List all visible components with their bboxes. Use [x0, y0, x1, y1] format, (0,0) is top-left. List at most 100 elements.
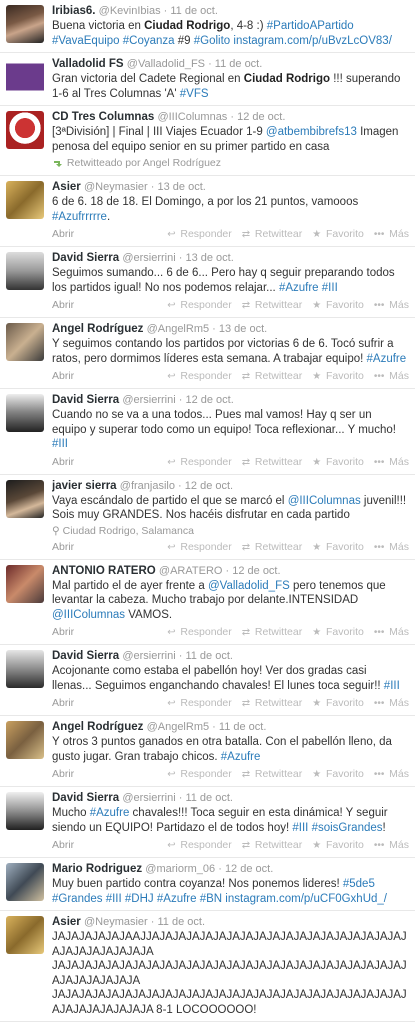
avatar[interactable]: [6, 394, 44, 432]
reply-button[interactable]: ↩ Responder: [167, 768, 232, 780]
author-name[interactable]: David Sierra: [52, 394, 119, 406]
author-name[interactable]: CD Tres Columnas: [52, 111, 154, 123]
reply-button[interactable]: ↩ Responder: [167, 370, 232, 382]
author-name[interactable]: David Sierra: [52, 252, 119, 264]
author-handle[interactable]: @Neymasier: [84, 916, 148, 928]
author-name[interactable]: Angel Rodríguez: [52, 721, 143, 733]
author-name[interactable]: Asier: [52, 181, 81, 193]
tweet-link[interactable]: #PartidoAPartido: [267, 20, 354, 32]
tweet-link[interactable]: #Azufre: [157, 893, 197, 905]
avatar[interactable]: [6, 111, 44, 149]
tweet-link[interactable]: #III: [384, 680, 400, 692]
retweet-button[interactable]: ⇄ Retwittear: [242, 456, 302, 468]
retweet-button[interactable]: ⇄ Retwittear: [242, 697, 302, 709]
tweet-link[interactable]: #III: [322, 282, 338, 294]
open-button[interactable]: Abrir: [52, 695, 74, 711]
reply-button[interactable]: ↩ Responder: [167, 697, 232, 709]
tweet-link[interactable]: #soisGrandes: [312, 822, 383, 834]
avatar[interactable]: [6, 181, 44, 219]
favorite-button[interactable]: ★ Favorito: [312, 626, 364, 638]
open-button[interactable]: Abrir: [52, 368, 74, 384]
author-handle[interactable]: @ersierrini: [122, 252, 175, 264]
favorite-button[interactable]: ★ Favorito: [312, 697, 364, 709]
tweet-date[interactable]: 11 de oct.: [219, 721, 267, 733]
tweet-link[interactable]: instagram.com/p/uCF0GxhUd_/: [225, 893, 387, 905]
tweet-date[interactable]: 12 de oct.: [232, 565, 280, 577]
open-button[interactable]: Abrir: [52, 766, 74, 782]
author-handle[interactable]: @ersierrini: [122, 650, 175, 662]
tweet-date[interactable]: 11 de oct.: [215, 58, 263, 70]
author-name[interactable]: javier sierra: [52, 480, 117, 492]
tweet-link[interactable]: #Azufre: [367, 353, 407, 365]
author-handle[interactable]: @IIIColumnas: [157, 111, 227, 123]
retweet-button[interactable]: ⇄ Retwittear: [242, 541, 302, 553]
author-handle[interactable]: @AngelRm5: [147, 323, 210, 335]
open-button[interactable]: Abrir: [52, 539, 74, 555]
favorite-button[interactable]: ★ Favorito: [312, 768, 364, 780]
retweet-button[interactable]: ⇄ Retwittear: [242, 370, 302, 382]
tweet-link[interactable]: #5de5: [343, 878, 375, 890]
tweet-date[interactable]: 11 de oct.: [185, 792, 233, 804]
retweet-button[interactable]: ⇄ Retwittear: [242, 839, 302, 851]
author-handle[interactable]: @ersierrini: [122, 394, 175, 406]
open-button[interactable]: Abrir: [52, 226, 74, 242]
reply-button[interactable]: ↩ Responder: [167, 839, 232, 851]
tweet-link[interactable]: @Valladolid_FS: [208, 580, 290, 592]
more-button[interactable]: ••• Más: [374, 839, 409, 851]
retweet-button[interactable]: ⇄ Retwittear: [242, 768, 302, 780]
author-handle[interactable]: @Valladolid_FS: [127, 58, 205, 70]
tweet-link[interactable]: #VavaEquipo: [52, 35, 120, 47]
tweet-date[interactable]: 13 de oct.: [219, 323, 267, 335]
tweet-link[interactable]: #Grandes: [52, 893, 103, 905]
more-button[interactable]: ••• Más: [374, 456, 409, 468]
avatar[interactable]: [6, 721, 44, 759]
tweet-link[interactable]: #III: [106, 893, 122, 905]
tweet-link[interactable]: #III: [52, 438, 68, 450]
tweet-date[interactable]: 12 de oct.: [225, 863, 273, 875]
tweet-date[interactable]: 11 de oct.: [170, 5, 218, 17]
tweet-link[interactable]: #BN: [200, 893, 222, 905]
tweet-date[interactable]: 13 de oct.: [158, 181, 206, 193]
tweet-link[interactable]: instagram.com/p/uBvzLcOV83/: [233, 35, 392, 47]
author-name[interactable]: Iribias6.: [52, 5, 95, 17]
tweet-date[interactable]: 11 de oct.: [158, 916, 206, 928]
avatar[interactable]: [6, 792, 44, 830]
author-handle[interactable]: @Neymasier: [84, 181, 148, 193]
retweet-button[interactable]: ⇄ Retwittear: [242, 299, 302, 311]
author-name[interactable]: David Sierra: [52, 792, 119, 804]
author-handle[interactable]: @ARATERO: [159, 565, 223, 577]
tweet-link[interactable]: #Azufre: [279, 282, 319, 294]
avatar[interactable]: [6, 479, 44, 518]
tweet-link[interactable]: @atbembibrefs13: [266, 126, 357, 138]
open-button[interactable]: Abrir: [52, 837, 74, 853]
more-button[interactable]: ••• Más: [374, 697, 409, 709]
avatar[interactable]: [6, 863, 44, 901]
retweet-button[interactable]: ⇄ Retwittear: [242, 626, 302, 638]
tweet-date[interactable]: 13 de oct.: [185, 252, 233, 264]
tweet-date[interactable]: 11 de oct.: [185, 650, 233, 662]
favorite-button[interactable]: ★ Favorito: [312, 370, 364, 382]
more-button[interactable]: ••• Más: [374, 370, 409, 382]
retweet-button[interactable]: ⇄ Retwittear: [242, 228, 302, 240]
more-button[interactable]: ••• Más: [374, 626, 409, 638]
reply-button[interactable]: ↩ Responder: [167, 299, 232, 311]
favorite-button[interactable]: ★ Favorito: [312, 839, 364, 851]
reply-button[interactable]: ↩ Responder: [167, 228, 232, 240]
tweet-link[interactable]: #Azufre: [221, 751, 261, 763]
author-name[interactable]: Mario Rodriguez: [52, 863, 142, 875]
retweeted-by[interactable]: Retwitteado por Angel Rodríguez: [52, 154, 409, 171]
tweet-link[interactable]: #Azufrrrrre: [52, 211, 107, 223]
tweet-link[interactable]: #Azufre: [90, 807, 130, 819]
tweet-date[interactable]: 12 de oct.: [237, 111, 285, 123]
author-name[interactable]: ANTONIO RATERO: [52, 565, 156, 577]
reply-button[interactable]: ↩ Responder: [167, 541, 232, 553]
author-handle[interactable]: @AngelRm5: [147, 721, 210, 733]
avatar[interactable]: [6, 323, 44, 361]
reply-button[interactable]: ↩ Responder: [167, 456, 232, 468]
author-handle[interactable]: @mariorm_06: [145, 863, 215, 875]
author-handle[interactable]: @KevinIbias: [99, 5, 161, 17]
avatar[interactable]: [6, 58, 44, 96]
author-name[interactable]: Angel Rodríguez: [52, 323, 143, 335]
author-name[interactable]: Asier: [52, 916, 81, 928]
avatar[interactable]: [6, 564, 44, 603]
